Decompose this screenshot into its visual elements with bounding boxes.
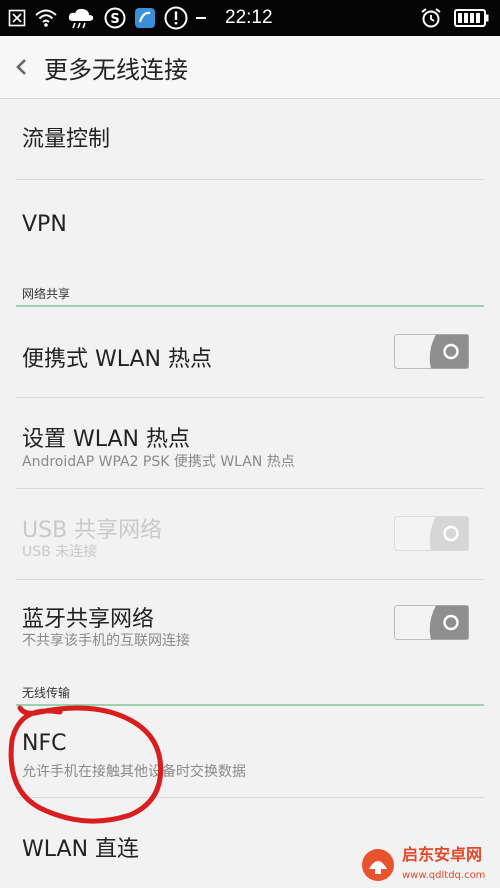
list-item-title: 流量控制 (22, 127, 111, 152)
watermark-logo: 启东安卓网 www.qdltdq.com (360, 845, 495, 885)
list-item-subtitle: USB 未连接 (22, 544, 98, 560)
list-item-traffic-control[interactable]: 流量控制 (0, 99, 500, 179)
hotspot-toggle[interactable] (394, 334, 469, 369)
sogou-s-icon: S (104, 7, 126, 29)
list-item-portable-hotspot[interactable]: 便携式 WLAN 热点 (0, 307, 500, 397)
app-icon (134, 7, 156, 29)
list-item-title: VPN (22, 212, 67, 237)
page-title: 更多无线连接 (44, 56, 188, 84)
watermark-icon (362, 849, 394, 881)
wifi-icon (34, 8, 58, 28)
list-item-bluetooth-tether[interactable]: 蓝牙共享网络 不共享该手机的互联网连接 (0, 580, 500, 670)
section-header-network-share: 网络共享 (22, 287, 71, 301)
status-icons-left: S (8, 5, 206, 31)
list-item-usb-tether: USB 共享网络 USB 未连接 (0, 489, 500, 579)
list-item-subtitle: 允许手机在接触其他设备时交换数据 (22, 764, 246, 780)
list-item-title: 蓝牙共享网络 (22, 607, 155, 632)
status-time: 22:12 (225, 7, 273, 28)
svg-text:S: S (110, 12, 119, 27)
bluetooth-tether-toggle[interactable] (394, 605, 469, 640)
status-bar: S 22:12 (0, 0, 500, 36)
list-item-vpn[interactable]: VPN (0, 180, 500, 265)
header: 更多无线连接 (0, 36, 500, 99)
battery-icon (454, 8, 490, 28)
cloud-rain-icon (66, 7, 96, 29)
list-item-hotspot-settings[interactable]: 设置 WLAN 热点 AndroidAP WPA2 PSK 便携式 WLAN 热… (0, 398, 500, 488)
list-item-subtitle: 不共享该手机的互联网连接 (22, 633, 190, 649)
alert-icon (164, 6, 188, 30)
list-item-nfc[interactable]: NFC 允许手机在接触其他设备时交换数据 (0, 707, 500, 797)
list-item-title: NFC (22, 731, 67, 756)
alarm-icon (420, 7, 442, 29)
more-dots-icon (196, 15, 206, 21)
watermark-text: 启东安卓网 www.qdltdq.com (402, 844, 486, 881)
status-icons-right (420, 5, 490, 31)
section-divider (16, 704, 484, 706)
list-item-title: 设置 WLAN 热点 (22, 427, 191, 452)
usb-tether-toggle (394, 516, 469, 551)
list-item-title: WLAN 直连 (22, 837, 140, 862)
list-item-title: USB 共享网络 (22, 518, 163, 543)
notification-x-icon (8, 9, 26, 27)
list-item-title: 便携式 WLAN 热点 (22, 347, 213, 372)
list-item-subtitle: AndroidAP WPA2 PSK 便携式 WLAN 热点 (22, 454, 295, 470)
section-header-wireless-transfer: 无线传输 (22, 686, 71, 700)
back-chevron-icon[interactable] (12, 54, 34, 80)
